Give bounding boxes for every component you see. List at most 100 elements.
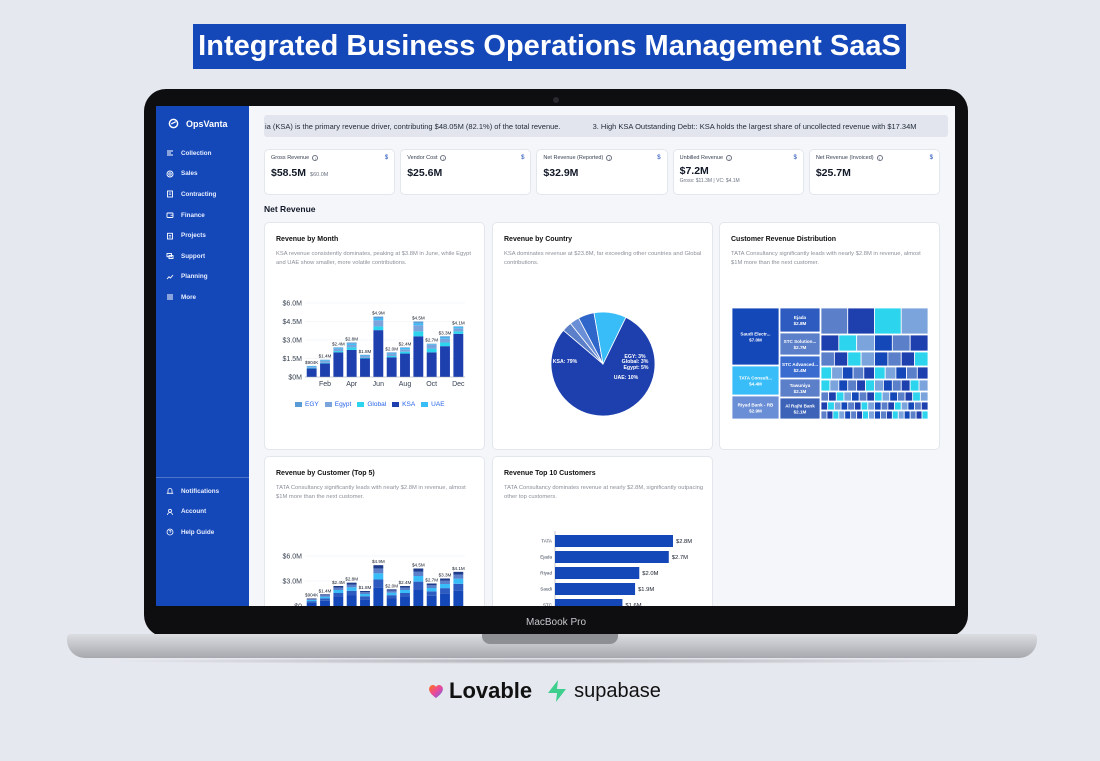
info-icon[interactable]: i: [440, 155, 447, 161]
bar-segment: [320, 596, 330, 599]
treemap-cell: [891, 379, 902, 392]
treemap-cell: [852, 366, 865, 380]
bar-segment: [453, 328, 464, 332]
data-label: $4.1M: [452, 320, 465, 325]
bar-segment: [453, 331, 464, 334]
sidebar-item-more[interactable]: More: [166, 287, 216, 308]
treemap-cell: [887, 401, 895, 411]
bar-segment: [373, 316, 384, 319]
partner-logos: Lovable supabase: [427, 678, 661, 704]
treemap-cell: [820, 379, 831, 392]
treemap-cell: [863, 366, 875, 380]
target-icon: [166, 170, 174, 178]
kpi-gross-revenue[interactable]: Gross Revenue i $ $58.5M $60.0M: [264, 149, 396, 195]
treemap-cell: [820, 401, 829, 411]
legend-item[interactable]: KSA: [392, 401, 415, 408]
x-tick-label: Oct: [426, 381, 437, 388]
treemap-cell: [843, 391, 852, 402]
sidebar-item-sales[interactable]: Sales: [166, 164, 216, 185]
chart-customer-treemap[interactable]: Saudi Electr...$7.0M Ejada$2.8M STC Soluti…: [720, 223, 940, 450]
kpi-net-revenue-invoiced[interactable]: Net Revenue (Invoiced) i $ $25.7M: [808, 149, 941, 195]
sidebar-item-planning[interactable]: Planning: [166, 267, 216, 288]
kpi-net-revenue-reported[interactable]: Net Revenue (Reported) i $ $32.9M: [536, 149, 668, 195]
x-tick-label: Aug: [399, 381, 412, 388]
app-name: OpsVanta: [186, 118, 228, 129]
app-logo[interactable]: OpsVanta: [168, 118, 228, 129]
y-tick-label: Saudi: [540, 587, 552, 592]
card-revenue-by-month: Revenue by Month KSA revenue consistentl…: [264, 222, 485, 450]
bar-segment: [400, 593, 410, 597]
treemap-cell: [874, 379, 884, 392]
bar-segment: [400, 347, 410, 349]
treemap-cell: [779, 332, 821, 356]
sidebar-item-contracting[interactable]: Contracting: [166, 184, 216, 205]
info-icon[interactable]: i: [606, 155, 613, 161]
bar-segment: [373, 326, 384, 331]
bar-segment: [373, 579, 384, 588]
currency-icon: $: [657, 155, 661, 161]
sidebar-item-help-guide[interactable]: Help Guide: [166, 522, 219, 543]
chart-revenue-by-country[interactable]: KSA: 79%EGY: 3%Global: 3%Egypt: 5%UAE: 1…: [493, 223, 713, 450]
bar-segment: [440, 346, 450, 377]
promo-banner: Integrated Business Operations Managemen…: [193, 24, 906, 69]
kpi-value: $7.2M: [679, 165, 709, 177]
treemap-cell: [900, 307, 929, 335]
sidebar-item-label: Account: [181, 508, 207, 516]
data-label: $4.1M: [452, 566, 465, 571]
sidebar-item-finance[interactable]: Finance: [166, 205, 216, 226]
sidebar-item-collection[interactable]: Collection: [166, 143, 216, 164]
slice-label: Egypt: 5%: [623, 365, 648, 371]
bar-segment: [386, 352, 397, 354]
treemap-cell: [909, 410, 917, 420]
supabase-wordmark: supabase: [574, 679, 661, 702]
bar-segment: [453, 333, 464, 377]
insights-ticker: ia (KSA) is the primary revenue driver, …: [264, 115, 948, 137]
info-icon[interactable]: i: [726, 155, 733, 161]
bar-segment: [346, 349, 357, 377]
info-icon[interactable]: i: [876, 155, 883, 161]
legend-item[interactable]: Egypt: [324, 401, 351, 408]
bar-segment: [413, 581, 424, 590]
sidebar-item-projects[interactable]: Projects: [166, 225, 216, 246]
trend-icon: [166, 274, 174, 280]
bar-segment: [426, 588, 437, 592]
legend-item[interactable]: EGY: [295, 401, 319, 408]
bar-segment: [426, 352, 437, 377]
bar-segment: [426, 583, 437, 586]
kpi-value: $32.9M: [543, 167, 579, 179]
info-icon[interactable]: i: [312, 155, 319, 161]
legend-item[interactable]: UAE: [421, 401, 445, 408]
kpi-vendor-cost[interactable]: Vendor Cost i $ $25.6M: [400, 149, 532, 195]
y-tick-label: $3.0M: [283, 579, 303, 586]
treemap-cell: [867, 401, 875, 411]
treemap-cell: [854, 401, 862, 411]
bar-segment: [360, 596, 370, 600]
chart-revenue-by-customer[interactable]: $0$3.0M$6.0M$904K$1.4M$2.4M$2.8M$1.8M$4.…: [265, 457, 485, 606]
sidebar-item-label: Collection: [181, 149, 212, 157]
data-label: $2.0M: [642, 571, 658, 577]
sidebar-item-support[interactable]: Support: [166, 246, 216, 267]
y-tick-label: $1.5M: [283, 356, 303, 363]
section-title: Net Revenue: [264, 204, 316, 214]
treemap-cell: [891, 334, 911, 352]
bar-segment: [440, 338, 450, 343]
treemap-cell: [865, 379, 875, 392]
kpi-value: $25.7M: [815, 167, 851, 179]
legend-label: KSA: [402, 401, 416, 408]
slice-label: KSA: 79%: [553, 359, 578, 365]
sidebar-item-notifications[interactable]: Notifications: [166, 481, 219, 502]
treemap-cell: [874, 391, 883, 402]
treemap-cell: [874, 410, 881, 420]
slice-label: UAE: 10%: [614, 375, 639, 381]
data-label: $2.8M: [345, 577, 358, 582]
clipboard-icon: [167, 232, 173, 240]
bar-segment: [400, 351, 410, 354]
treemap-cell: [915, 410, 923, 420]
legend-item[interactable]: Global: [357, 401, 386, 408]
kpi-unbilled-revenue[interactable]: Unbilled Revenue i $ $7.2M Gross: $11.3M …: [672, 149, 804, 195]
bar-segment: [320, 359, 330, 361]
sidebar-item-account[interactable]: Account: [166, 502, 219, 523]
data-label: $4.9M: [372, 311, 385, 316]
chart-revenue-top10[interactable]: TATA $2.8M Ejada $2.7M Riyad $2.0M Saudi $1.9M S…: [493, 457, 713, 606]
chart-revenue-by-month[interactable]: $0M $1.5M $3.0M $4.5M $6.0M $904K$1.4M Feb $2.4…: [265, 223, 485, 450]
